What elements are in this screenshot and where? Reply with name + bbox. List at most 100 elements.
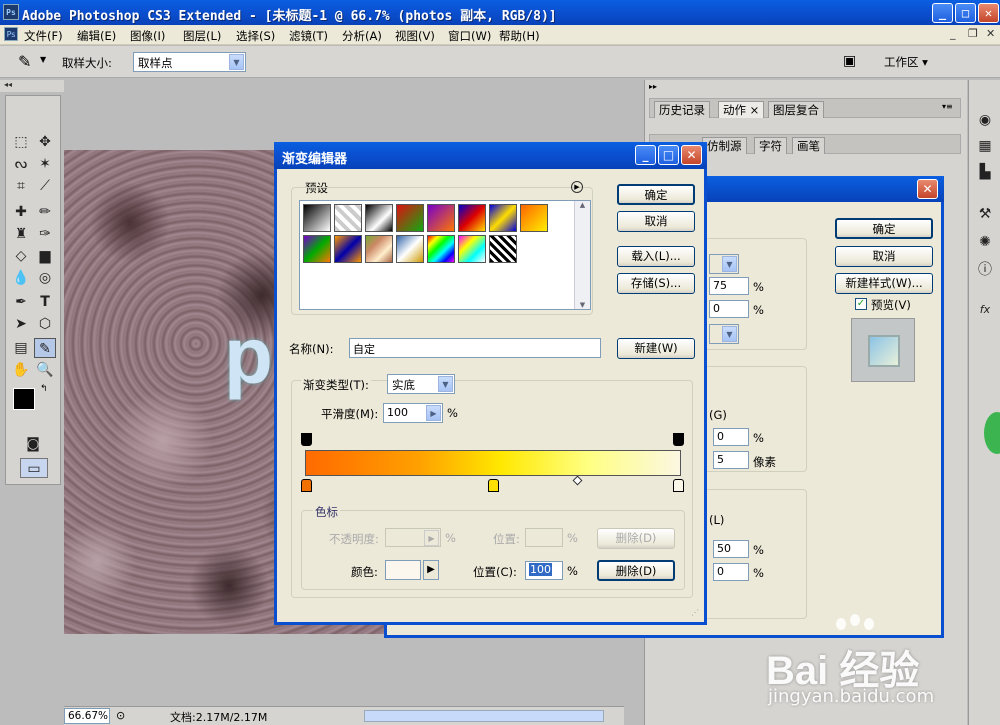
menu-select[interactable]: 选择(S) bbox=[236, 28, 275, 44]
eyedropper-tool-active-icon[interactable]: ✎ bbox=[34, 338, 56, 358]
menu-edit[interactable]: 编辑(E) bbox=[77, 28, 116, 44]
zoom-field[interactable]: 66.67% bbox=[64, 708, 110, 724]
preset-blue-yellow-blue[interactable] bbox=[489, 204, 517, 232]
hand-tool-icon[interactable]: ✋ bbox=[10, 360, 32, 380]
doc-close-icon[interactable]: ✕ bbox=[986, 27, 995, 40]
horizontal-scrollbar[interactable] bbox=[364, 710, 604, 722]
close-button[interactable]: ✕ bbox=[978, 3, 999, 23]
menu-image[interactable]: 图像(I) bbox=[130, 28, 165, 44]
screen-mode-icon[interactable]: ▭ bbox=[20, 458, 48, 478]
ge-minimize-button[interactable]: _ bbox=[635, 145, 656, 165]
preset-stripes[interactable] bbox=[489, 235, 517, 263]
clone-stamp-icon[interactable]: ♜ bbox=[10, 224, 32, 244]
histogram-icon[interactable]: ▙ bbox=[974, 162, 996, 182]
dock-expand-icon[interactable]: ▸▸ bbox=[649, 82, 657, 91]
stop-color-swatch[interactable] bbox=[385, 560, 421, 580]
minimize-button[interactable]: _ bbox=[932, 3, 953, 23]
layer-style-ok-button[interactable]: 确定 bbox=[835, 218, 933, 239]
ls-field-4[interactable]: 5 bbox=[713, 451, 749, 469]
smoothness-input[interactable]: 100 ▶ bbox=[383, 403, 443, 423]
healing-brush-icon[interactable]: ✚ bbox=[10, 202, 32, 222]
magic-wand-icon[interactable]: ✶ bbox=[34, 154, 56, 174]
tab-brushes[interactable]: 画笔 bbox=[792, 137, 825, 154]
ge-maximize-button[interactable]: □ bbox=[658, 145, 679, 165]
pen-tool-icon[interactable]: ✒ bbox=[10, 292, 32, 312]
brush-tool-icon[interactable]: ✏ bbox=[34, 202, 56, 222]
notes-tool-icon[interactable]: ▤ bbox=[10, 338, 32, 358]
preset-black-white[interactable] bbox=[303, 204, 331, 232]
name-input[interactable]: 自定 bbox=[349, 338, 601, 358]
menu-analysis[interactable]: 分析(A) bbox=[342, 28, 382, 44]
menu-filter[interactable]: 滤镜(T) bbox=[289, 28, 328, 44]
preset-violet-green-orange[interactable] bbox=[303, 235, 331, 263]
quick-mask-icon[interactable]: ◙ bbox=[22, 434, 44, 454]
preset-spectrum[interactable] bbox=[427, 235, 455, 263]
ge-cancel-button[interactable]: 取消 bbox=[617, 211, 695, 232]
preview-checkbox[interactable]: ✓ bbox=[855, 298, 867, 310]
color-delete-button[interactable]: 删除(D) bbox=[597, 560, 675, 581]
preset-red-green[interactable] bbox=[396, 204, 424, 232]
doc-minimize-icon[interactable]: _ bbox=[950, 27, 956, 40]
maximize-button[interactable]: □ bbox=[955, 3, 976, 23]
scroll-up-icon[interactable]: ▲ bbox=[575, 201, 590, 209]
info-icon[interactable]: ⓘ bbox=[974, 260, 996, 280]
menu-file[interactable]: 文件(F) bbox=[24, 28, 63, 44]
ge-load-button[interactable]: 载入(L)... bbox=[617, 246, 695, 267]
layer-style-cancel-button[interactable]: 取消 bbox=[835, 246, 933, 267]
preset-copper[interactable] bbox=[365, 235, 393, 263]
gradient-ramp[interactable] bbox=[305, 450, 681, 476]
status-options-icon[interactable]: ⊙ bbox=[116, 709, 125, 722]
opacity-stop-right[interactable] bbox=[673, 433, 684, 446]
tab-layer-comps[interactable]: 图层复合 bbox=[768, 101, 824, 118]
ls-field-2[interactable]: 0 bbox=[709, 300, 749, 318]
menu-help[interactable]: 帮助(H) bbox=[499, 28, 540, 44]
preset-black-white-black[interactable] bbox=[365, 204, 393, 232]
crop-tool-icon[interactable]: ⌗ bbox=[10, 176, 32, 196]
ge-ok-button[interactable]: 确定 bbox=[617, 184, 695, 205]
ls-field-3[interactable]: 0 bbox=[713, 428, 749, 446]
type-tool-icon[interactable]: T bbox=[34, 292, 56, 312]
slice-tool-icon[interactable]: ⟋ bbox=[34, 176, 56, 196]
preset-yellow-violet[interactable] bbox=[334, 235, 362, 263]
presets-scrollbar[interactable]: ▲ ▼ bbox=[574, 201, 590, 309]
menu-view[interactable]: 视图(V) bbox=[395, 28, 435, 44]
tab-actions[interactable]: 动作 × bbox=[718, 101, 765, 118]
ge-close-button[interactable]: ✕ bbox=[681, 145, 702, 165]
eyedropper-tool-icon[interactable]: ✎ bbox=[18, 52, 31, 71]
bridge-icon[interactable]: ▣ bbox=[843, 53, 856, 69]
preset-transparent[interactable] bbox=[334, 204, 362, 232]
eraser-tool-icon[interactable]: ◇ bbox=[10, 246, 32, 266]
tools-preset-icon[interactable]: ⚒ bbox=[974, 204, 996, 224]
ls-contour-select[interactable]: ▼ bbox=[709, 324, 739, 344]
sample-size-select[interactable]: 取样点 ▼ bbox=[133, 52, 246, 72]
menu-window[interactable]: 窗口(W) bbox=[448, 28, 491, 44]
opacity-stop-left[interactable] bbox=[301, 433, 312, 446]
layer-style-close-button[interactable]: ✕ bbox=[917, 179, 938, 199]
resize-grip-icon[interactable]: ⋰ bbox=[691, 608, 699, 617]
preset-orange-yellow[interactable] bbox=[520, 204, 548, 232]
color-stop-white[interactable] bbox=[673, 479, 684, 492]
zoom-tool-icon[interactable]: 🔍 bbox=[34, 360, 56, 380]
toolbox-collapse-handle[interactable]: ◂◂ bbox=[0, 80, 64, 92]
blur-tool-icon[interactable]: 💧 bbox=[10, 268, 32, 288]
preset-blue-red-yellow[interactable] bbox=[458, 204, 486, 232]
move-tool-icon[interactable]: ✥ bbox=[34, 132, 56, 152]
preset-violet-orange[interactable] bbox=[427, 204, 455, 232]
panel-menu-icon[interactable]: ▾≡ bbox=[942, 102, 953, 111]
color-position-input[interactable]: 100 bbox=[525, 561, 563, 580]
color-stop-orange[interactable] bbox=[301, 479, 312, 492]
presets-menu-icon[interactable]: ▶ bbox=[571, 181, 583, 193]
new-style-button[interactable]: 新建样式(W)... bbox=[835, 273, 933, 294]
ge-save-button[interactable]: 存储(S)... bbox=[617, 273, 695, 294]
ls-field-6[interactable]: 0 bbox=[713, 563, 749, 581]
doc-restore-icon[interactable]: ❐ bbox=[968, 27, 978, 40]
ls-field-5[interactable]: 50 bbox=[713, 540, 749, 558]
ls-field-1[interactable]: 75 bbox=[709, 277, 749, 295]
color-menu-icon[interactable]: ▶ bbox=[423, 560, 439, 580]
menu-layer[interactable]: 图层(L) bbox=[183, 28, 221, 44]
path-select-icon[interactable]: ➤ bbox=[10, 314, 32, 334]
dodge-tool-icon[interactable]: ◎ bbox=[34, 268, 56, 288]
swap-colors-icon[interactable]: ↰ bbox=[40, 384, 48, 394]
shape-tool-icon[interactable]: ⬡ bbox=[34, 314, 56, 334]
styles-icon[interactable]: ✺ bbox=[974, 232, 996, 252]
